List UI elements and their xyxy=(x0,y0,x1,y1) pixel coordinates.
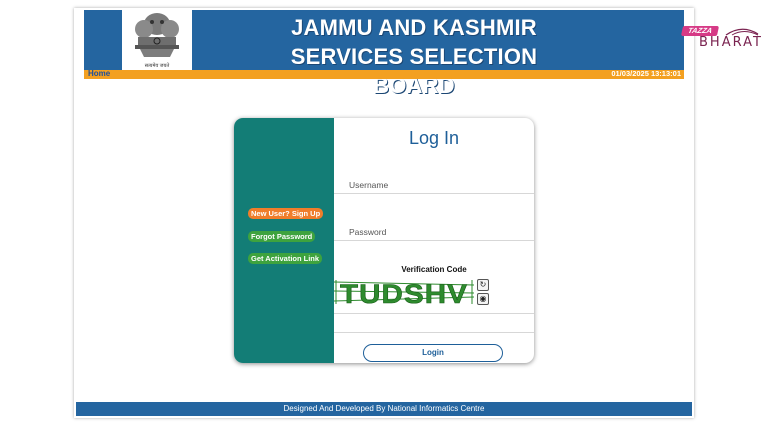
title-line-1: JAMMU AND KASHMIR xyxy=(291,15,537,40)
emblem-logo: सत्यमेव जयते xyxy=(122,10,192,70)
login-side-panel: New User? Sign Up Forgot Password Get Ac… xyxy=(234,118,334,363)
footer: Designed And Developed By National Infor… xyxy=(76,402,692,416)
emblem-caption: सत्यमेव जयते xyxy=(144,63,170,69)
header-banner: सत्यमेव जयते JAMMU AND KASHMIR SERVICES … xyxy=(84,10,684,98)
audio-icon[interactable]: ◉ xyxy=(477,293,489,305)
watermark-word: BHARAT xyxy=(699,35,763,50)
login-form: Log In Verification Code TUDSH xyxy=(334,118,534,363)
login-card: New User? Sign Up Forgot Password Get Ac… xyxy=(234,118,534,363)
login-heading: Log In xyxy=(408,128,460,148)
home-link[interactable]: Home xyxy=(88,69,110,78)
page-title: JAMMU AND KASHMIR SERVICES SELECTION BOA… xyxy=(264,13,564,100)
captcha-input-row xyxy=(334,313,534,333)
captcha-image: TUDSHV xyxy=(334,279,474,307)
refresh-icon[interactable]: ↻ xyxy=(477,279,489,291)
activation-link-button[interactable]: Get Activation Link xyxy=(248,253,323,264)
captcha-label: Verification Code xyxy=(401,265,467,274)
signup-button[interactable]: New User? Sign Up xyxy=(248,208,324,219)
captcha-input[interactable] xyxy=(349,319,519,329)
nav-bar: Home 01/03/2025 13:13:01 xyxy=(84,69,684,79)
page-frame: सत्यमेव जयते JAMMU AND KASHMIR SERVICES … xyxy=(74,8,694,418)
captcha-text: TUDSHV xyxy=(340,279,468,307)
datetime-display: 01/03/2025 13:13:01 xyxy=(611,69,681,78)
username-input[interactable] xyxy=(349,180,519,190)
forgot-password-button[interactable]: Forgot Password xyxy=(248,231,316,242)
username-field-row xyxy=(334,168,534,194)
watermark-logo: TAZZA BHARAT xyxy=(680,26,763,54)
ashoka-emblem-icon xyxy=(135,13,179,57)
password-field-row xyxy=(334,215,534,241)
login-button[interactable]: Login xyxy=(363,344,503,362)
password-input[interactable] xyxy=(349,227,519,237)
captcha-block: Verification Code TUDSHV ↻ ◉ xyxy=(334,258,534,313)
